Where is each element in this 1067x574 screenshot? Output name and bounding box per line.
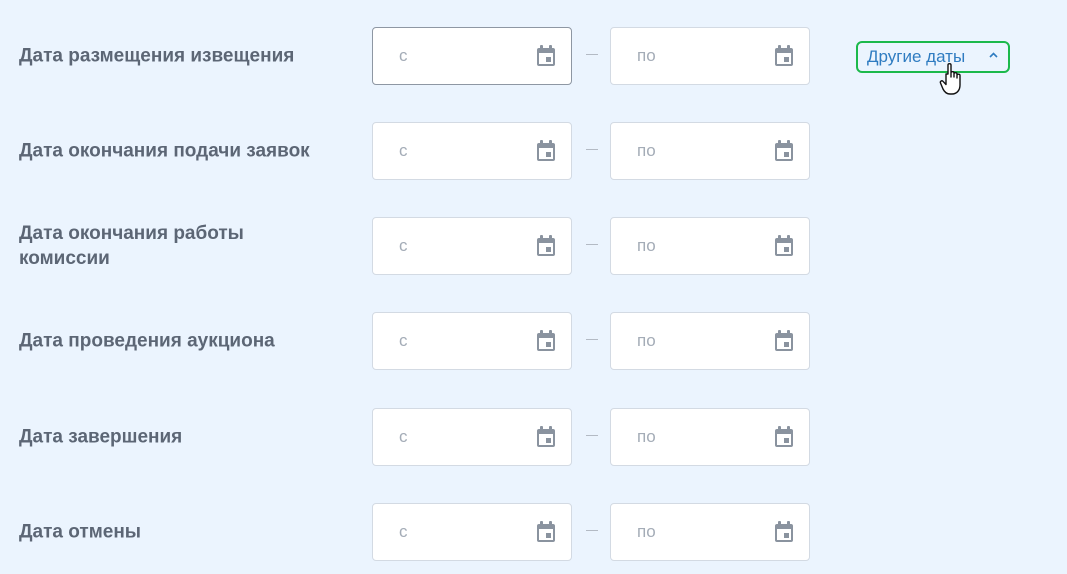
range-separator — [586, 339, 598, 340]
date-to-input[interactable] — [637, 123, 767, 179]
range-separator — [586, 530, 598, 531]
calendar-icon[interactable] — [536, 235, 556, 257]
date-to-field[interactable] — [610, 408, 810, 466]
row-label: Дата завершения — [19, 426, 183, 448]
date-from-field[interactable] — [372, 503, 572, 561]
date-to-input[interactable] — [637, 28, 767, 84]
date-to-field[interactable] — [610, 122, 810, 180]
date-to-input[interactable] — [637, 313, 767, 369]
date-from-input[interactable] — [399, 28, 529, 84]
range-separator — [586, 435, 598, 436]
row-label: Дата окончания работы комиссии — [19, 223, 244, 269]
other-dates-label: Другие даты — [867, 47, 966, 66]
calendar-icon[interactable] — [774, 426, 794, 448]
chevron-up-icon — [989, 52, 998, 58]
date-filter-row-commission-end: Дата окончания работы комиссии — [0, 217, 1067, 275]
range-separator — [586, 149, 598, 150]
date-from-field[interactable] — [372, 122, 572, 180]
date-from-input[interactable] — [399, 409, 529, 465]
date-to-input[interactable] — [637, 504, 767, 560]
calendar-icon[interactable] — [536, 45, 556, 67]
calendar-icon[interactable] — [774, 521, 794, 543]
date-filter-row-completion: Дата завершения — [0, 408, 1067, 466]
date-from-input[interactable] — [399, 123, 529, 179]
date-from-field[interactable] — [372, 408, 572, 466]
row-label: Дата окончания подачи заявок — [19, 140, 310, 162]
calendar-icon[interactable] — [774, 330, 794, 352]
date-to-input[interactable] — [637, 218, 767, 274]
date-filter-row-cancellation: Дата отмены — [0, 503, 1067, 561]
date-filter-row-application-deadline: Дата окончания подачи заявок — [0, 122, 1067, 180]
date-to-field[interactable] — [610, 217, 810, 275]
date-from-field[interactable] — [372, 217, 572, 275]
calendar-icon[interactable] — [774, 140, 794, 162]
date-to-input[interactable] — [637, 409, 767, 465]
calendar-icon[interactable] — [774, 235, 794, 257]
row-label: Дата размещения извещения — [19, 45, 295, 67]
date-from-input[interactable] — [399, 313, 529, 369]
other-dates-button[interactable]: Другие даты — [856, 41, 1010, 73]
range-separator — [586, 54, 598, 55]
date-from-input[interactable] — [399, 504, 529, 560]
date-from-field[interactable] — [372, 27, 572, 85]
date-filter-row-auction: Дата проведения аукциона — [0, 312, 1067, 370]
range-separator — [586, 244, 598, 245]
date-from-input[interactable] — [399, 218, 529, 274]
calendar-icon[interactable] — [536, 521, 556, 543]
calendar-icon[interactable] — [536, 426, 556, 448]
calendar-icon[interactable] — [536, 140, 556, 162]
row-label: Дата проведения аукциона — [19, 330, 275, 352]
date-to-field[interactable] — [610, 312, 810, 370]
calendar-icon[interactable] — [536, 330, 556, 352]
row-label: Дата отмены — [19, 521, 142, 543]
date-to-field[interactable] — [610, 503, 810, 561]
calendar-icon[interactable] — [774, 45, 794, 67]
date-to-field[interactable] — [610, 27, 810, 85]
date-from-field[interactable] — [372, 312, 572, 370]
